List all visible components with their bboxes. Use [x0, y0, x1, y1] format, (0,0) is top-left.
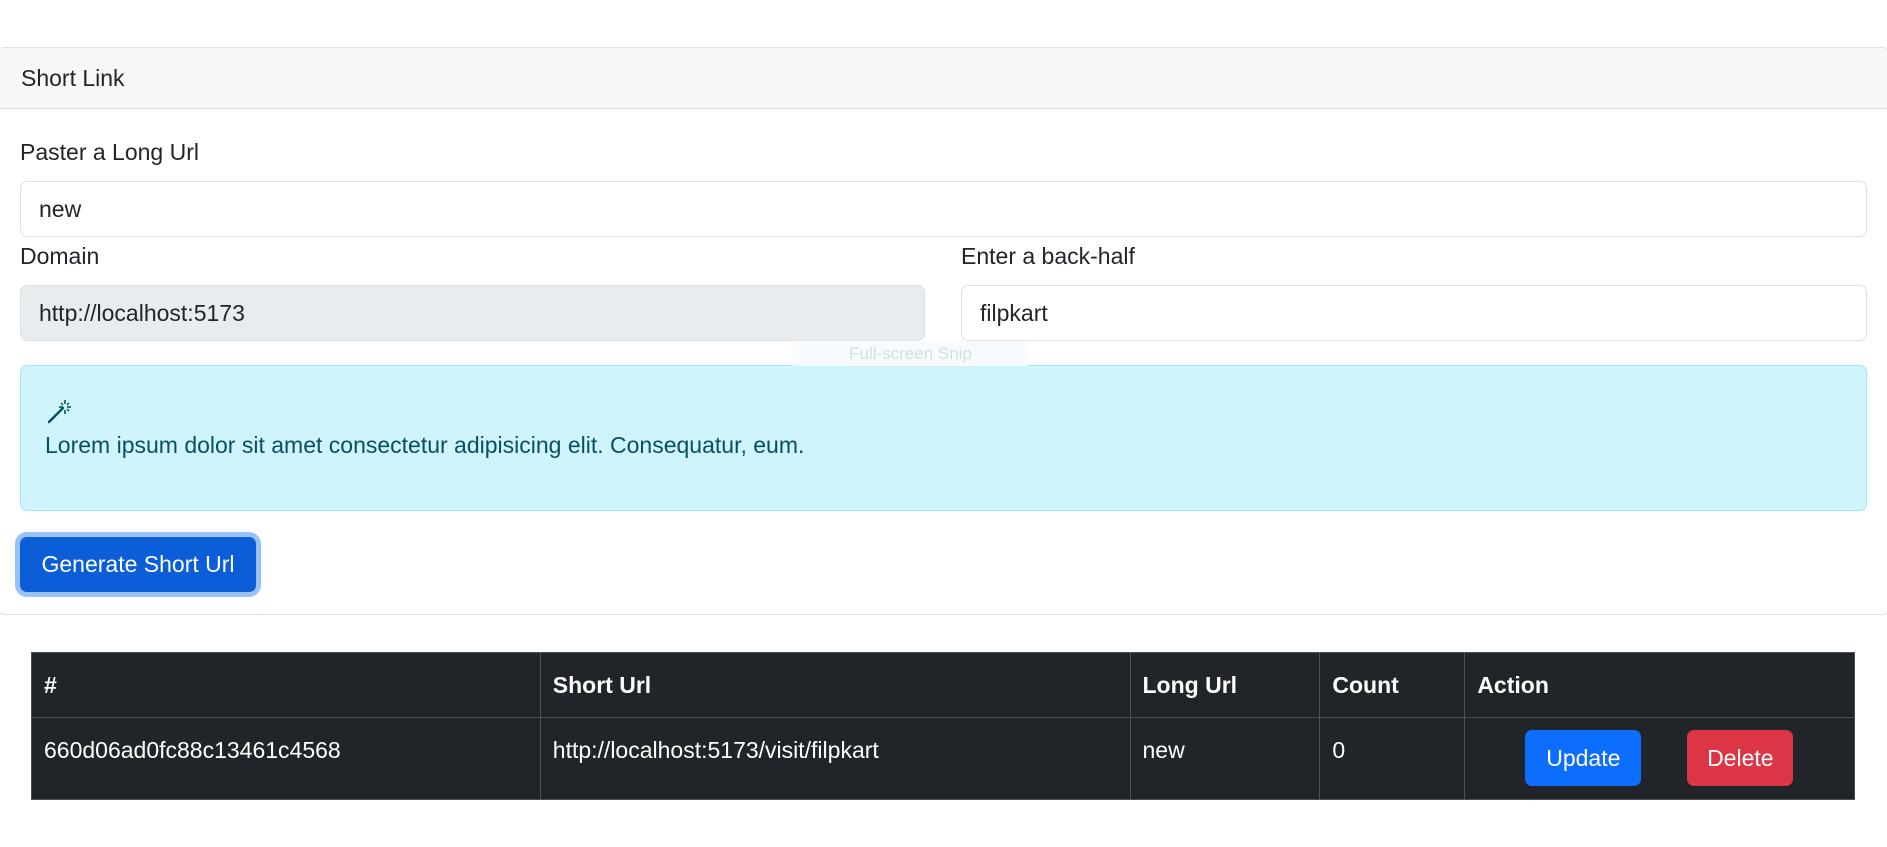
delete-button[interactable]: Delete	[1687, 730, 1794, 786]
header-action: Action	[1464, 652, 1855, 718]
cell-count: 0	[1319, 717, 1466, 800]
table-row: 660d06ad0fc88c13461c4568 http://localhos…	[31, 717, 1855, 800]
generate-short-url-button[interactable]: Generate Short Url	[20, 537, 256, 592]
back-half-label: Enter a back-half	[961, 243, 1135, 269]
cell-id: 660d06ad0fc88c13461c4568	[31, 717, 541, 800]
snip-overlay-label: Full-screen Snip	[793, 342, 1028, 366]
table-header-row: # Short Url Long Url Count Action	[31, 652, 1855, 718]
domain-label: Domain	[20, 243, 100, 269]
alert-text: Lorem ipsum dolor sit amet consectetur a…	[45, 432, 805, 458]
card-header-title: Short Link	[0, 48, 1887, 109]
long-url-label: Paster a Long Url	[20, 139, 199, 165]
back-half-input[interactable]: filpkart	[961, 285, 1867, 341]
cell-long-url: new	[1129, 717, 1321, 800]
long-url-input[interactable]: new	[20, 181, 1867, 237]
cell-actions: Update Delete	[1464, 717, 1855, 800]
magic-wand-icon	[47, 400, 71, 424]
domain-input: http://localhost:5173	[20, 285, 925, 341]
header-short-url: Short Url	[539, 652, 1131, 718]
header-count: Count	[1319, 652, 1466, 718]
links-table: # Short Url Long Url Count Action 660d06…	[31, 652, 1855, 800]
header-long-url: Long Url	[1129, 652, 1321, 718]
header-id: #	[31, 652, 541, 718]
info-alert: Lorem ipsum dolor sit amet consectetur a…	[20, 365, 1867, 511]
cell-short-url: http://localhost:5173/visit/filpkart	[539, 717, 1131, 800]
update-button[interactable]: Update	[1525, 730, 1642, 786]
